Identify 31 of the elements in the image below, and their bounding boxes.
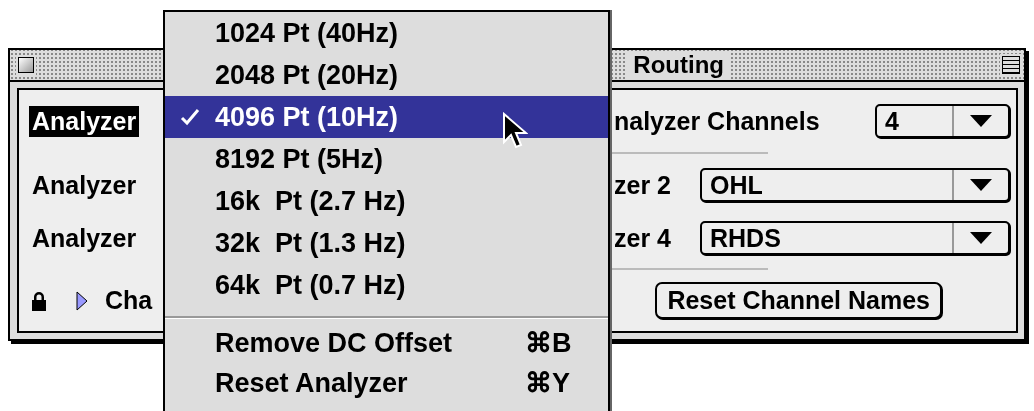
menu-item[interactable]: 16k Pt (2.7 Hz): [165, 180, 608, 222]
disclosure-label: Cha: [105, 286, 153, 315]
field-label[interactable]: Analyzer: [29, 222, 140, 254]
menu-item[interactable]: 1024 Pt (40Hz): [165, 12, 608, 54]
menu-item[interactable]: 2048 Pt (20Hz): [165, 54, 608, 96]
dropdown-arrow-icon: [970, 179, 992, 191]
collapse-box-icon[interactable]: [1002, 56, 1020, 74]
menu-item[interactable]: 4096 Pt (10Hz): [165, 96, 608, 138]
dropdown-arrow-icon: [970, 232, 992, 244]
reset-button[interactable]: Reset Channel Names: [655, 282, 942, 319]
dropdown[interactable]: RHDS: [700, 221, 1010, 255]
field-label: nalyzer Channels: [614, 106, 820, 136]
field-label[interactable]: Analyzer: [29, 169, 140, 201]
menu-item[interactable]: 8192 Pt (5Hz): [165, 138, 608, 180]
field-label: zer 4: [614, 223, 672, 253]
menu-item[interactable]: Remove DC Offset ⌘B: [165, 323, 608, 363]
field-label[interactable]: Analyzer: [29, 105, 140, 137]
menu-item[interactable]: 32k Pt (1.3 Hz): [165, 222, 608, 264]
menu-item[interactable]: 64k Pt (0.7 Hz): [165, 264, 608, 306]
lock-icon: [31, 290, 47, 311]
dropdown-arrow-icon: [970, 115, 992, 127]
close-box-icon[interactable]: [18, 57, 34, 73]
menu-item[interactable]: Reset Analyzer ⌘Y: [165, 363, 608, 403]
dropdown[interactable]: 4: [875, 104, 1010, 138]
shortcut-label: ⌘Y: [525, 367, 570, 399]
field-label: zer 2: [614, 170, 672, 200]
arrow-cursor-icon: [502, 112, 528, 150]
shortcut-label: ⌘B: [525, 327, 572, 359]
dropdown[interactable]: OHL: [700, 168, 1010, 202]
disclosure-triangle-icon[interactable]: [75, 289, 89, 312]
window-title: Routing: [627, 51, 730, 79]
